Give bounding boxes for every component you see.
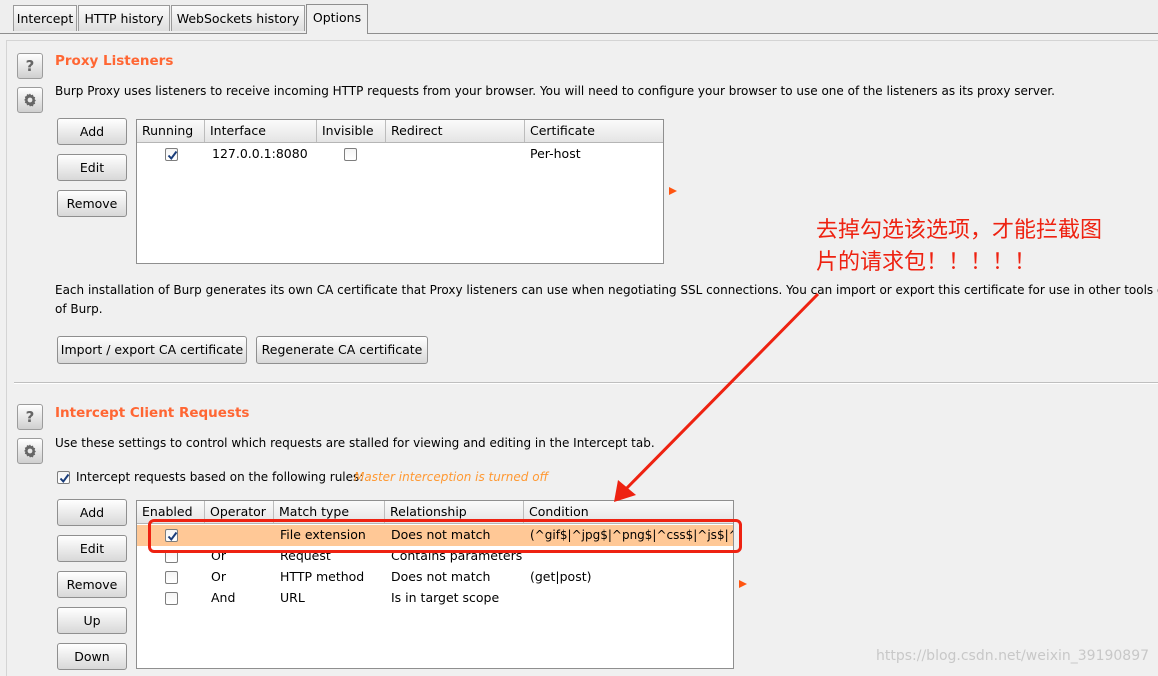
- interface-cell: 127.0.0.1:8080: [212, 146, 308, 161]
- annotation-arrow-icon: [614, 292, 820, 502]
- tab-intercept[interactable]: Intercept: [13, 5, 77, 31]
- rule-down-button[interactable]: Down: [57, 643, 127, 670]
- column-header[interactable]: Interface: [205, 120, 317, 142]
- listener-add-button[interactable]: Add: [57, 118, 127, 145]
- section-divider: [14, 382, 1158, 384]
- gear-icon: [24, 444, 36, 458]
- certificate-cell: Per-host: [530, 146, 581, 161]
- listeners-table[interactable]: Running Interface Invisible Redirect Cer…: [136, 119, 664, 264]
- rule-add-button[interactable]: Add: [57, 499, 127, 526]
- column-header[interactable]: Running: [137, 120, 205, 142]
- listener-remove-button[interactable]: Remove: [57, 190, 127, 217]
- interception-status-note: Master interception is turned off: [354, 470, 549, 484]
- question-mark-icon: ?: [25, 57, 35, 75]
- relationship-cell: Does not match: [391, 569, 491, 584]
- annotation-text-line2: 片的请求包！！！！！: [816, 250, 1037, 275]
- match-type-cell: URL: [280, 590, 305, 605]
- column-header[interactable]: Redirect: [386, 120, 525, 142]
- relationship-cell: Is in target scope: [391, 590, 500, 605]
- tab-options[interactable]: Options: [306, 4, 368, 34]
- operator-cell: Or: [211, 569, 226, 584]
- proxy-listeners-description: Burp Proxy uses listeners to receive inc…: [55, 84, 1055, 98]
- rule-edit-button[interactable]: Edit: [57, 535, 127, 562]
- triangle-right-icon[interactable]: [669, 187, 677, 195]
- rule-up-button[interactable]: Up: [57, 607, 127, 634]
- rule-enabled-checkbox[interactable]: [165, 592, 178, 605]
- question-mark-icon: ?: [25, 408, 35, 426]
- proxy-listeners-help-button[interactable]: ?: [17, 53, 43, 79]
- intercept-requests-title: Intercept Client Requests: [55, 405, 250, 421]
- watermark: https://blog.csdn.net/weixin_39190897: [876, 648, 1150, 664]
- column-header[interactable]: Invisible: [317, 120, 386, 142]
- listener-edit-button[interactable]: Edit: [57, 154, 127, 181]
- checkmark-icon: [167, 150, 178, 161]
- checkmark-icon: [59, 473, 70, 484]
- running-checkbox[interactable]: [165, 148, 178, 161]
- proxy-listeners-title: Proxy Listeners: [55, 53, 174, 69]
- condition-cell: (get|post): [530, 569, 592, 584]
- column-header[interactable]: Certificate: [525, 120, 663, 142]
- ca-description-cont: of Burp.: [55, 302, 103, 316]
- tab-websockets-history[interactable]: WebSockets history: [171, 5, 305, 31]
- intercept-rules-label[interactable]: Intercept requests based on the followin…: [76, 470, 363, 484]
- tab-http-history[interactable]: HTTP history: [78, 5, 170, 31]
- tab-bar: Intercept HTTP history WebSockets histor…: [0, 0, 1158, 34]
- regenerate-ca-button[interactable]: Regenerate CA certificate: [256, 336, 428, 364]
- listeners-table-header: Running Interface Invisible Redirect Cer…: [137, 120, 663, 143]
- intercept-requests-description: Use these settings to control which requ…: [55, 436, 655, 450]
- match-type-cell: HTTP method: [280, 569, 365, 584]
- intercept-requests-settings-button[interactable]: [17, 438, 43, 464]
- gear-icon: [24, 93, 36, 107]
- rule-remove-button[interactable]: Remove: [57, 571, 127, 598]
- intercept-rules-checkbox[interactable]: [57, 471, 70, 484]
- annotation-text-line1: 去掉勾选该选项，才能拦截图: [816, 218, 1103, 243]
- invisible-checkbox[interactable]: [344, 148, 357, 161]
- operator-cell: And: [211, 590, 236, 605]
- proxy-listeners-settings-button[interactable]: [17, 87, 43, 113]
- annotation-highlight-box: [148, 519, 742, 553]
- intercept-requests-help-button[interactable]: ?: [17, 404, 43, 430]
- import-export-ca-button[interactable]: Import / export CA certificate: [57, 336, 247, 364]
- rule-enabled-checkbox[interactable]: [165, 571, 178, 584]
- triangle-right-icon[interactable]: [739, 580, 747, 588]
